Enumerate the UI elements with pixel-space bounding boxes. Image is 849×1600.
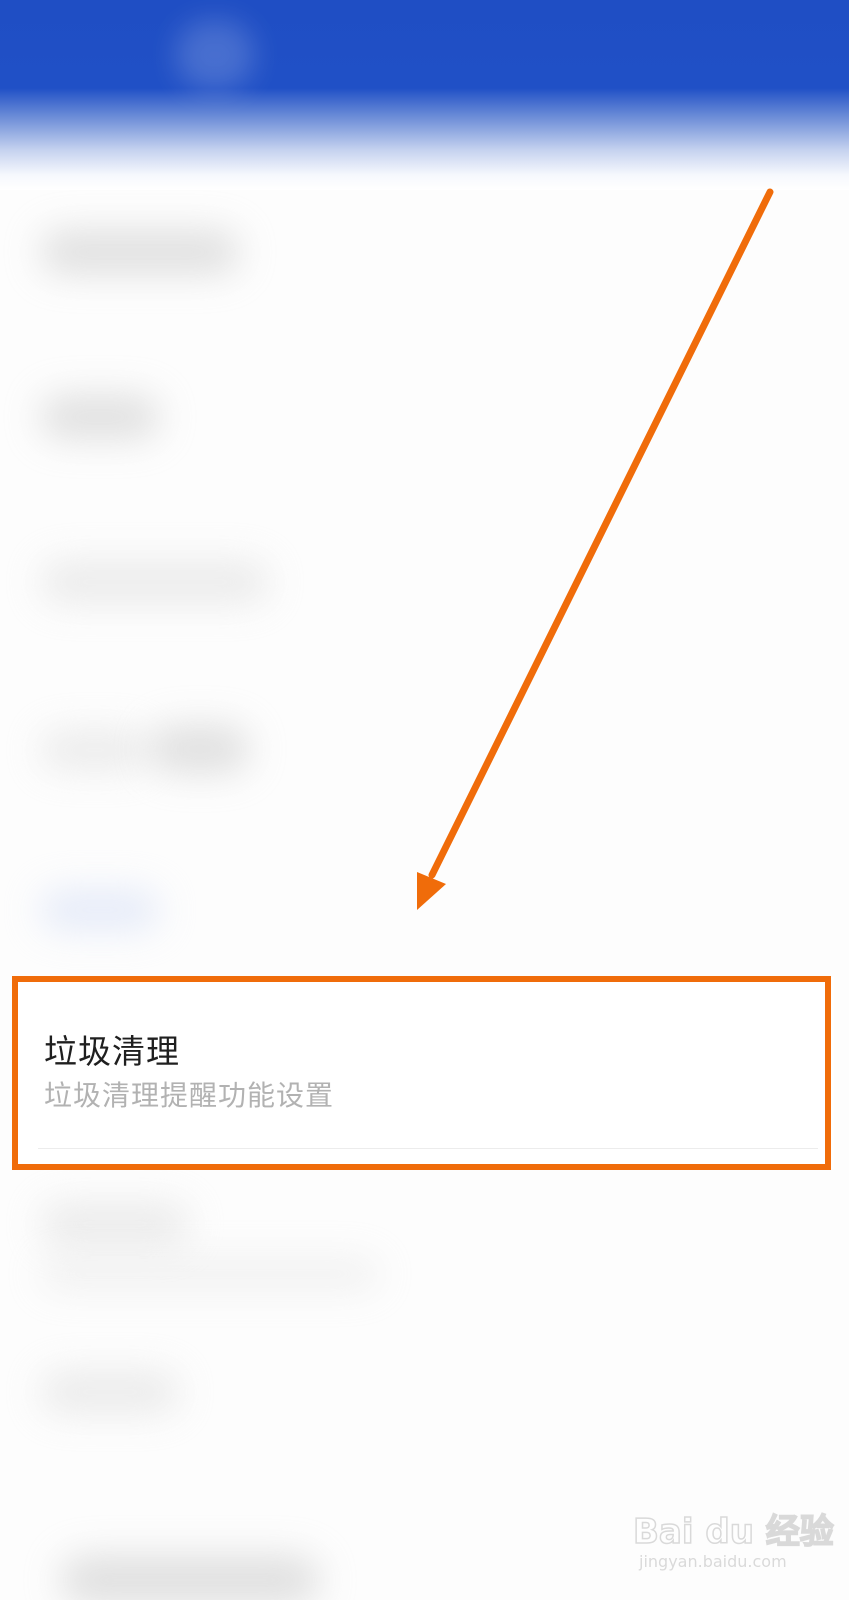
app-header — [0, 0, 849, 190]
blurred-setting-row[interactable] — [0, 850, 849, 970]
blurred-header-element — [175, 20, 255, 90]
garbage-cleanup-setting[interactable]: 垃圾清理 垃圾清理提醒功能设置 — [12, 977, 834, 1169]
setting-title: 垃圾清理 — [44, 1032, 180, 1071]
baidu-jingyan-watermark: Bai du 经验 jingyan.baidu.com — [632, 1492, 834, 1582]
blurred-setting-row[interactable] — [0, 520, 849, 685]
blurred-setting-row[interactable] — [0, 1172, 849, 1337]
blurred-setting-row[interactable] — [0, 685, 849, 850]
settings-screen: 垃圾清理 垃圾清理提醒功能设置 Bai du 经验 jingyan.baidu.… — [0, 0, 849, 1600]
watermark-brand: Bai du 经验 — [632, 1511, 834, 1553]
watermark-url: jingyan.baidu.com — [639, 1552, 787, 1571]
blurred-setting-row[interactable] — [0, 355, 849, 520]
setting-description: 垃圾清理提醒功能设置 — [44, 1079, 335, 1112]
row-divider — [38, 1148, 818, 1149]
blurred-setting-row[interactable] — [0, 1340, 849, 1505]
blurred-setting-row[interactable] — [0, 190, 849, 355]
